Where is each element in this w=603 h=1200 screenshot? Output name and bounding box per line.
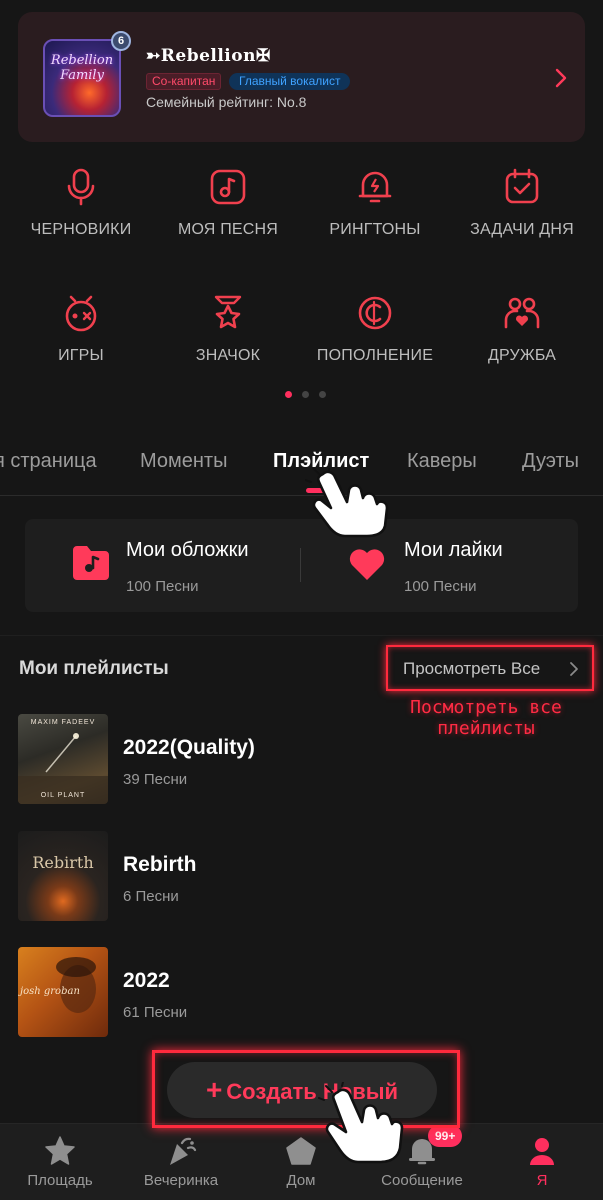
nav-item-me[interactable]: Я	[482, 1124, 602, 1200]
page-dot	[302, 391, 309, 398]
nav-item-party[interactable]: Вечеринка	[121, 1124, 241, 1200]
bottom-nav: Площадь Вечеринка Дом Сообщение Я	[0, 1123, 603, 1200]
pointer-hand-icon	[318, 1082, 404, 1164]
grid-item-badge[interactable]: ЗНАЧОК	[153, 293, 303, 365]
friends-icon	[504, 297, 540, 329]
cover-artist: MAXIM FADEEV	[30, 719, 96, 726]
playlist-count: 6 Песни	[123, 888, 179, 905]
grid-item-games[interactable]: ИГРЫ	[6, 293, 156, 365]
playlist-title: 2022	[123, 969, 170, 992]
grid-label: ПОПОЛНЕНИЕ	[316, 347, 434, 364]
family-name: ➳Rebellion✠	[146, 46, 271, 66]
playlist-item[interactable]: josh groban 2022 61 Песни	[18, 947, 588, 1037]
grid-label: ЗАДАЧИ ДНЯ	[470, 221, 574, 238]
tab-covers[interactable]: Каверы	[407, 450, 477, 473]
nav-label: Площадь	[27, 1172, 93, 1189]
my-playlists-heading: Мои плейлисты	[19, 658, 169, 679]
music-note-icon	[210, 169, 246, 205]
message-count-badge: 99+	[428, 1125, 463, 1147]
grid-item-top-up[interactable]: ПОПОЛНЕНИЕ	[300, 293, 450, 365]
pointer-hand-icon	[305, 468, 389, 538]
playlist-item[interactable]: Rebirth Rebirth 6 Песни	[18, 831, 588, 921]
playlist-cover: Rebirth	[18, 831, 108, 921]
star-badge-icon	[214, 295, 242, 329]
nav-label: Сообщение	[381, 1172, 463, 1189]
microphone-icon	[67, 168, 95, 206]
grid-item-ringtones[interactable]: РИНГТОНЫ	[300, 167, 450, 239]
tabs-divider	[0, 495, 603, 496]
grid-label: МОЯ ПЕСНЯ	[177, 221, 279, 238]
playlist-count: 61 Песни	[123, 1004, 188, 1021]
family-card[interactable]: Rebellion Family 6 ➳Rebellion✠ Со-капита…	[18, 12, 585, 142]
nav-label: Я	[536, 1172, 548, 1189]
nav-label: Вечеринка	[143, 1172, 219, 1189]
cover-art	[18, 733, 108, 804]
family-logo: Rebellion Family	[43, 39, 121, 117]
view-all-button[interactable]: Просмотреть Все	[403, 659, 540, 679]
calendar-check-icon	[505, 168, 539, 204]
library-divider	[300, 548, 301, 582]
my-covers-count: 100 Песни	[126, 578, 199, 595]
my-covers-button[interactable]: Мои обложки 100 Песни	[25, 519, 300, 612]
playlist-count: 39 Песни	[123, 771, 188, 788]
game-icon	[65, 295, 97, 332]
cover-album: OIL PLANT	[40, 792, 86, 799]
coin-icon	[358, 296, 392, 330]
tab-duets[interactable]: Дуэты	[522, 450, 579, 473]
cover-title: Rebirth	[32, 853, 94, 872]
tab-home-page[interactable]: я страница	[0, 450, 97, 473]
position-badge: Главный вокалист	[229, 73, 351, 90]
grid-label: ЗНАЧОК	[195, 347, 261, 364]
section-separator	[0, 635, 603, 636]
home-pentagon-icon	[286, 1137, 316, 1165]
family-level-badge: 6	[111, 31, 131, 51]
party-popper-icon	[170, 1137, 197, 1165]
grid-label: ДРУЖБА	[487, 347, 557, 364]
playlist-title: Rebirth	[123, 853, 197, 876]
profile-icon	[530, 1138, 554, 1165]
bell-icon	[358, 171, 392, 203]
nav-label: Дом	[286, 1172, 316, 1189]
family-logo-text: Rebellion Family	[50, 53, 114, 83]
page-dot	[319, 391, 326, 398]
my-likes-title: Мои лайки	[404, 539, 503, 561]
chevron-right-icon	[570, 662, 578, 676]
my-likes-count: 100 Песни	[404, 578, 477, 595]
folder-music-icon	[73, 546, 109, 580]
grid-item-my-song[interactable]: МОЯ ПЕСНЯ	[153, 167, 303, 239]
my-covers-title: Мои обложки	[126, 539, 249, 561]
cover-artist: josh groban	[20, 986, 80, 997]
plus-icon: +	[205, 1074, 223, 1105]
page-dot-active	[285, 391, 292, 398]
star-icon	[45, 1136, 75, 1165]
heart-icon	[349, 549, 385, 580]
playlist-title: 2022(Quality)	[123, 736, 255, 759]
playlist-item[interactable]: MAXIM FADEEV OIL PLANT 2022(Quality) 39 …	[18, 714, 588, 804]
role-badge: Со-капитан	[146, 73, 222, 90]
grid-label: ИГРЫ	[58, 347, 104, 364]
family-rating: Семейный рейтинг: No.8	[146, 94, 307, 110]
grid-item-friendship[interactable]: ДРУЖБА	[447, 293, 597, 365]
chevron-right-icon	[555, 68, 567, 88]
tab-moments[interactable]: Моменты	[140, 450, 227, 473]
nav-item-square[interactable]: Площадь	[0, 1124, 120, 1200]
grid-label: ЧЕРНОВИКИ	[30, 221, 132, 238]
playlist-cover: MAXIM FADEEV OIL PLANT	[18, 714, 108, 804]
grid-item-daily-tasks[interactable]: ЗАДАЧИ ДНЯ	[447, 167, 597, 239]
grid-label: РИНГТОНЫ	[329, 221, 421, 238]
grid-item-drafts[interactable]: ЧЕРНОВИКИ	[6, 167, 156, 239]
playlist-cover: josh groban	[18, 947, 108, 1037]
